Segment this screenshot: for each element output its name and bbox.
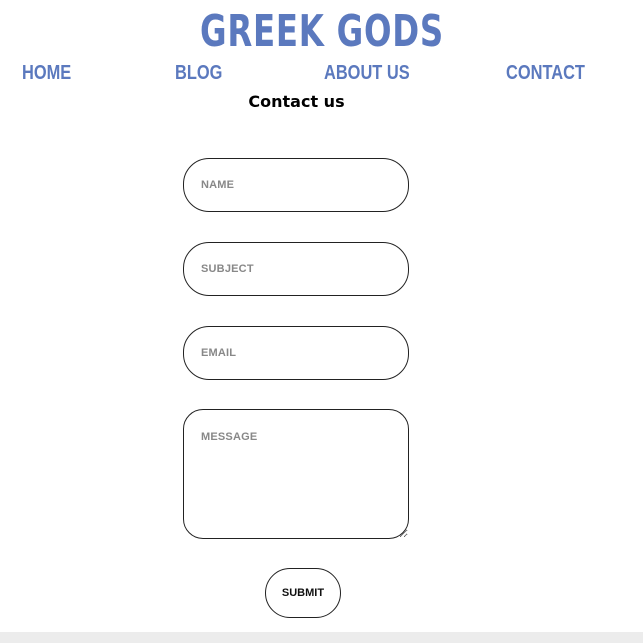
name-input[interactable] (183, 158, 409, 212)
nav-home-link[interactable]: HOME (22, 62, 71, 85)
logo-graphic: GREEK GODS (200, 6, 444, 54)
logo-text: GREEK GODS (200, 6, 444, 54)
nav-contact-link[interactable]: CONTACT (506, 62, 585, 85)
subject-input[interactable] (183, 242, 409, 296)
page-title: Contact us (248, 92, 345, 111)
logo[interactable]: GREEK GODS (0, 4, 643, 54)
submit-button[interactable]: SUBMIT (265, 568, 341, 618)
message-textarea[interactable] (183, 409, 409, 539)
email-input[interactable] (183, 326, 409, 380)
nav-blog-link[interactable]: BLOG (175, 62, 222, 85)
nav-about-us-link[interactable]: ABOUT US (324, 62, 410, 85)
footer-bar (0, 632, 643, 643)
